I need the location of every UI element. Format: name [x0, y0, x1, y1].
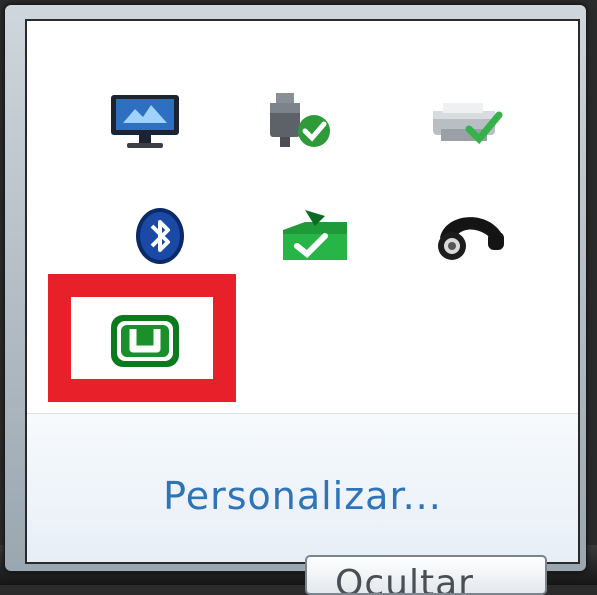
headset-icon[interactable] [422, 196, 518, 276]
hide-tooltip: Ocultar [305, 555, 547, 595]
tray-overflow-panel: Personalizar... [25, 19, 580, 564]
tray-overflow-popup: Personalizar... [4, 4, 587, 572]
customize-link[interactable]: Personalizar... [27, 474, 578, 518]
tooltip-label: Ocultar [335, 563, 474, 595]
green-folder-sync-icon[interactable] [267, 196, 363, 276]
utorrent-icon[interactable] [97, 301, 193, 381]
bluetooth-icon[interactable] [112, 196, 208, 276]
notification-icon-grid [27, 21, 578, 413]
tray-footer: Personalizar... [27, 413, 578, 562]
printer-ok-icon[interactable] [417, 81, 513, 161]
usb-device-ok-icon[interactable] [252, 81, 348, 161]
display-monitor-icon[interactable] [97, 81, 193, 161]
